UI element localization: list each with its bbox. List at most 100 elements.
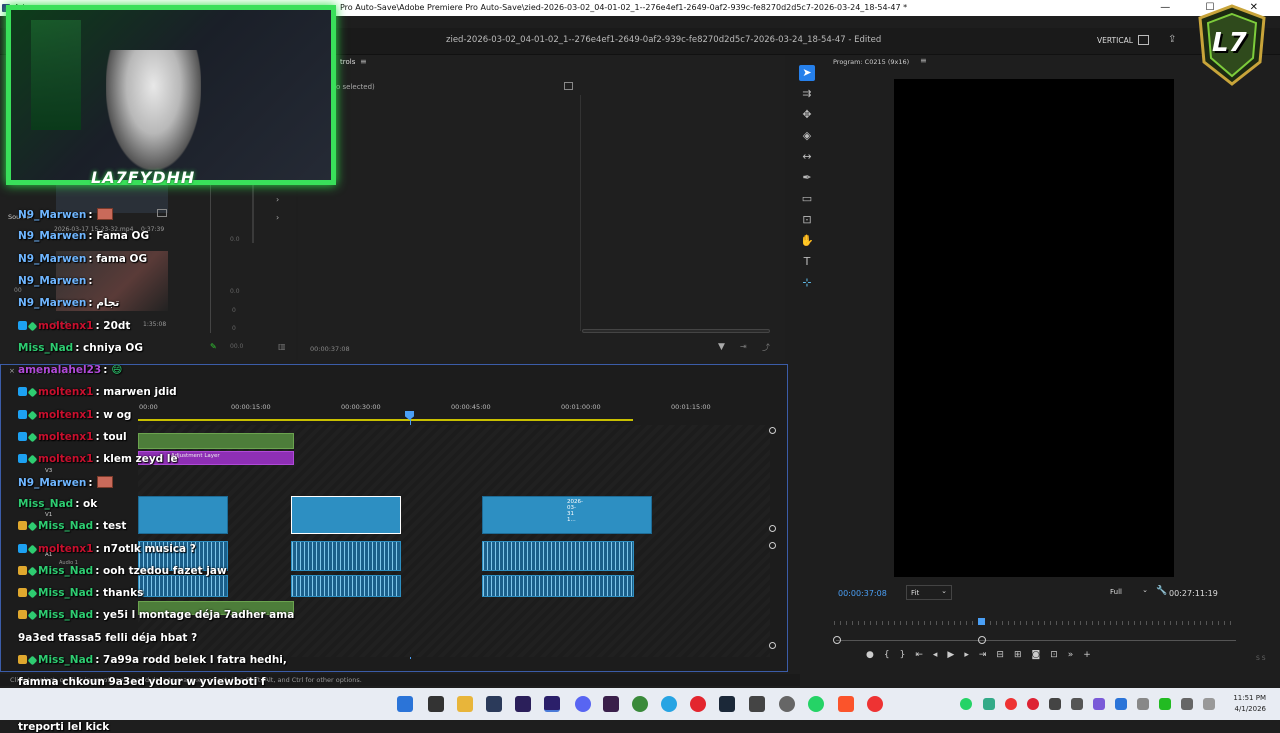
media-encoder-icon[interactable] xyxy=(603,696,619,712)
fit-dropdown[interactable]: Fit ⌄ xyxy=(906,585,952,600)
ripple-edit-tool-icon[interactable]: ✥ xyxy=(799,107,815,123)
zoom-scrollbar[interactable] xyxy=(582,329,770,333)
track-select-tool-icon[interactable]: ⇉ xyxy=(799,86,815,102)
workspace-label[interactable]: VERTICAL xyxy=(1097,36,1133,45)
brave-icon[interactable] xyxy=(838,696,854,712)
capcut-icon[interactable] xyxy=(749,696,765,712)
windows-start-icon[interactable] xyxy=(397,696,413,712)
playhead-marker[interactable] xyxy=(978,618,985,625)
tray-discord-icon[interactable] xyxy=(1093,698,1105,710)
program-timecode[interactable]: 00:00:37:08 xyxy=(838,589,887,598)
slip-tool-icon[interactable]: ↔ xyxy=(799,149,815,165)
chevron-right-icon[interactable]: › xyxy=(276,195,279,204)
moderator-badge-icon xyxy=(18,544,27,553)
menu-icon[interactable]: ≡ xyxy=(360,57,367,66)
filter-icon[interactable]: ▼ xyxy=(718,342,725,352)
lightroom-icon[interactable] xyxy=(486,696,502,712)
generative-extend-icon[interactable]: ⊹ xyxy=(799,275,815,291)
logo-text: L7 xyxy=(1212,28,1247,58)
zoom-handle-left[interactable] xyxy=(833,636,841,644)
chat-message: moltenx1: w og xyxy=(18,409,131,421)
scroll-handle[interactable] xyxy=(769,427,776,434)
menu-icon[interactable]: ≡ xyxy=(920,56,927,65)
play-icon[interactable]: ▶ xyxy=(947,650,964,660)
mark-out-icon[interactable]: } xyxy=(900,650,916,660)
add-icon[interactable]: + xyxy=(1083,650,1101,660)
program-label: Program: C0215 (9x16) xyxy=(833,58,910,66)
go-to-out-icon[interactable]: ⇥ xyxy=(979,650,997,660)
chat-text: : w og xyxy=(95,409,132,421)
program-video-frame xyxy=(894,79,1174,577)
tray-sound-icon[interactable] xyxy=(1203,698,1215,710)
compare-icon[interactable]: ⊡ xyxy=(1050,650,1068,660)
tray-wifi-icon[interactable] xyxy=(1181,698,1193,710)
telegram-icon[interactable] xyxy=(661,696,677,712)
share-icon[interactable]: ⇪ xyxy=(1168,34,1176,45)
recording-icon[interactable] xyxy=(867,696,883,712)
zoom-handle-right[interactable] xyxy=(978,636,986,644)
chat-text: : ooh tzedou fazet jaw xyxy=(95,565,227,577)
discord-icon[interactable] xyxy=(575,696,591,712)
type-tool-icon[interactable]: T xyxy=(799,254,815,270)
audio-clip[interactable] xyxy=(482,541,634,571)
tray-record-icon[interactable] xyxy=(1005,698,1017,710)
subscriber-badge-icon xyxy=(27,432,38,443)
taskbar-clock[interactable]: 11:51 PM 4/1/2026 xyxy=(1233,693,1266,715)
mark-in-icon[interactable]: { xyxy=(884,650,900,660)
scroll-handle[interactable] xyxy=(769,642,776,649)
tray-battery-icon[interactable] xyxy=(1159,698,1171,710)
jump-icon[interactable]: ⤴ xyxy=(762,342,770,353)
chat-text: : تجام xyxy=(88,297,120,309)
xbox-icon[interactable] xyxy=(632,696,648,712)
camera-icon[interactable]: ◙ xyxy=(1032,650,1051,660)
chrome-icon[interactable] xyxy=(779,696,795,712)
audio-clip[interactable] xyxy=(291,541,401,571)
after-effects-icon[interactable] xyxy=(515,696,531,712)
premiere-pro-icon[interactable] xyxy=(544,696,560,712)
step-back-icon[interactable]: ◂ xyxy=(933,650,948,660)
whatsapp-icon[interactable] xyxy=(808,696,824,712)
video-clip[interactable]: 2026-03-31 1... xyxy=(482,496,652,534)
panels-icon[interactable] xyxy=(1138,35,1149,45)
razor-tool-icon[interactable]: ◈ xyxy=(799,128,815,144)
audio-clip[interactable] xyxy=(482,575,634,597)
panel-toggle-icon[interactable] xyxy=(564,82,573,90)
tray-network-icon[interactable] xyxy=(1115,698,1127,710)
tray-app-icon[interactable] xyxy=(983,698,995,710)
extract-icon[interactable]: ⊞ xyxy=(1014,650,1032,660)
tray-steam-icon[interactable] xyxy=(1049,698,1061,710)
step-forward-icon[interactable]: ▸ xyxy=(964,650,979,660)
video-clip-selected[interactable] xyxy=(291,496,401,534)
chat-emote xyxy=(96,208,113,220)
terminal-icon[interactable] xyxy=(428,696,444,712)
export-icon[interactable]: ⇥ xyxy=(740,342,747,351)
more-icon[interactable]: » xyxy=(1068,650,1084,660)
file-explorer-icon[interactable] xyxy=(457,696,473,712)
steam-icon[interactable] xyxy=(719,696,735,712)
selection-tool-icon[interactable]: ➤ xyxy=(799,65,815,81)
zoom-bar[interactable] xyxy=(836,640,1236,641)
tray-volume-icon[interactable] xyxy=(1137,698,1149,710)
audio-clip[interactable] xyxy=(291,575,401,597)
scroll-handle[interactable] xyxy=(769,525,776,532)
chat-username: Miss_Nad xyxy=(38,565,94,577)
chat-username: moltenx1 xyxy=(38,431,94,443)
chat-text: : 7a99a rodd belek l fatra hedhi, xyxy=(95,654,287,666)
hand-tool-icon[interactable]: ✋ xyxy=(799,233,815,249)
wrench-icon[interactable]: 🔧 xyxy=(1156,586,1167,596)
quality-dropdown[interactable]: Full ⌄ xyxy=(1106,585,1152,600)
time-ruler[interactable] xyxy=(834,621,1236,625)
opera-gx-icon[interactable] xyxy=(690,696,706,712)
lift-icon[interactable]: ⊟ xyxy=(996,650,1014,660)
tray-nvidia-icon[interactable] xyxy=(1071,698,1083,710)
rectangle-tool-icon[interactable]: ▭ xyxy=(799,191,815,207)
pen-tool-icon[interactable]: ✒ xyxy=(799,170,815,186)
tray-whatsapp-icon[interactable] xyxy=(960,698,972,710)
chat-message: Miss_Nad: thanks xyxy=(18,587,143,599)
transform-tool-icon[interactable]: ⊡ xyxy=(799,212,815,228)
marker-icon[interactable]: ● xyxy=(866,650,884,660)
scroll-handle[interactable] xyxy=(769,542,776,549)
effect-controls-tab[interactable]: trols xyxy=(340,58,355,66)
go-to-in-icon[interactable]: ⇤ xyxy=(915,650,933,660)
tray-opera-icon[interactable] xyxy=(1027,698,1039,710)
